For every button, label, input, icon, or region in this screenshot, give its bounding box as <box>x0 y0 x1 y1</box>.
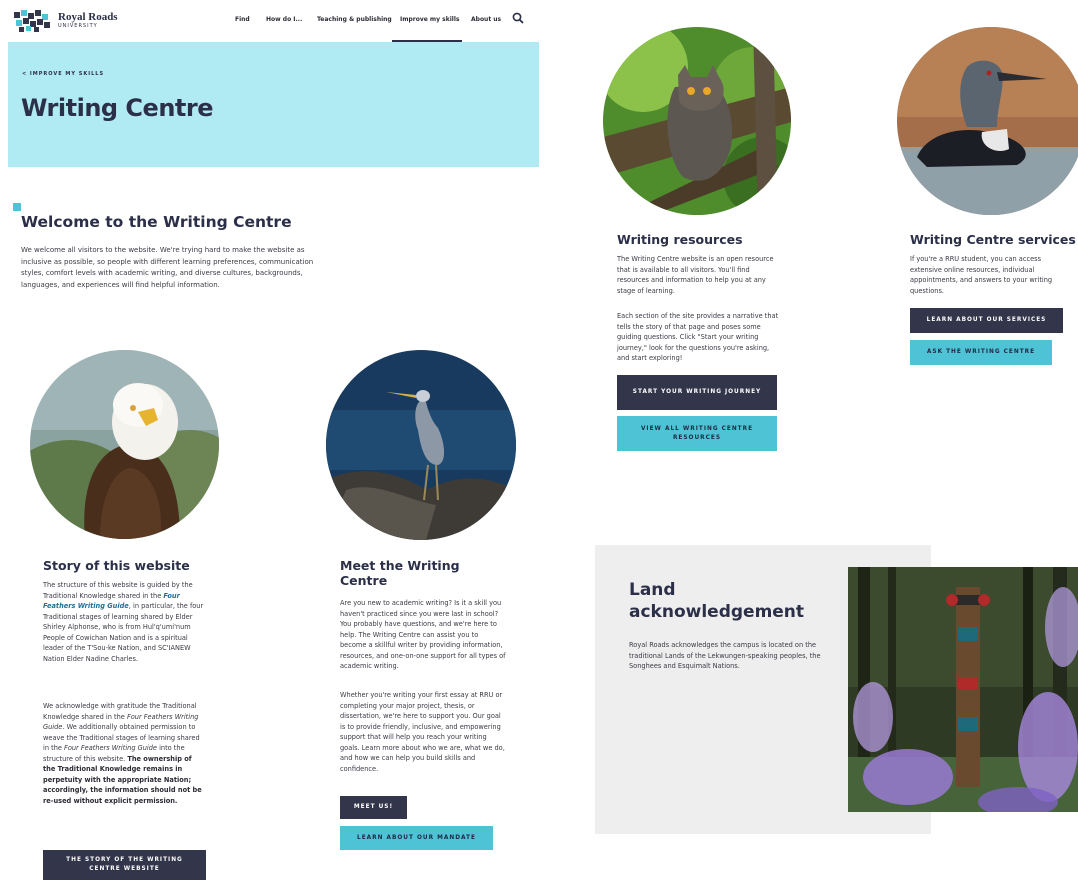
story-paragraph-2: We acknowledge with gratitude the Tradit… <box>43 701 205 806</box>
welcome-title: Welcome to the Writing Centre <box>21 213 292 231</box>
welcome-body: We welcome all visitors to the website. … <box>21 246 314 289</box>
services-paragraph-1: If you're a RRU student, you can access … <box>910 255 1053 295</box>
story-paragraph-1: The structure of this website is guided … <box>43 580 205 664</box>
eagle-photo <box>30 350 219 539</box>
nav-item-about-us[interactable]: About us <box>471 16 501 23</box>
accent-square <box>13 203 21 211</box>
ask-writing-centre-button[interactable]: ASK THE WRITING CENTRE <box>910 340 1052 365</box>
story-title: Story of this website <box>43 558 190 573</box>
land-title: Land acknowledgement <box>629 580 805 622</box>
meet-paragraph-1: Are you new to academic writing? Is it a… <box>340 599 506 670</box>
story-emphasis: Four Feathers Writing Guide <box>64 744 157 752</box>
nav-item-teaching-publishing[interactable]: Teaching & publishing <box>317 16 392 23</box>
eagle-image <box>30 350 219 539</box>
loon-image <box>897 27 1078 215</box>
meet-us-button[interactable]: MEET US! <box>340 796 407 819</box>
owl-photo <box>603 27 791 215</box>
nav-item-how-do-i[interactable]: How do I... <box>266 16 302 23</box>
nav-item-find[interactable]: Find <box>235 16 250 23</box>
start-journey-button[interactable]: START YOUR WRITING JOURNEY <box>617 375 777 410</box>
mandate-button[interactable]: LEARN ABOUT OUR MANDATE <box>340 826 493 850</box>
logo-mark-icon <box>14 10 50 32</box>
site-header: Royal Roads UNIVERSITY Find How do I... … <box>0 0 540 42</box>
view-resources-button[interactable]: VIEW ALL WRITING CENTRE RESOURCES <box>617 416 777 451</box>
learn-services-button[interactable]: LEARN ABOUT OUR SERVICES <box>910 308 1063 333</box>
resources-paragraph-2: Each section of the site provides a narr… <box>617 312 779 362</box>
logo[interactable]: Royal Roads UNIVERSITY <box>14 9 124 33</box>
page-title: Writing Centre <box>21 94 214 122</box>
hero-banner: < IMPROVE MY SKILLS Writing Centre <box>8 42 539 167</box>
heron-photo <box>326 350 516 540</box>
loon-photo <box>897 27 1078 215</box>
nav-item-improve-my-skills[interactable]: Improve my skills <box>400 16 459 23</box>
breadcrumb[interactable]: < IMPROVE MY SKILLS <box>22 71 104 77</box>
totem-photo <box>848 567 1078 812</box>
owl-image <box>603 27 791 215</box>
heron-image <box>326 350 516 540</box>
story-text: , in particular, the four Traditional st… <box>43 602 204 663</box>
logo-name: Royal Roads <box>58 11 118 23</box>
totem-image <box>848 567 1078 812</box>
search-icon[interactable] <box>512 12 524 24</box>
meet-paragraph-2: Whether you're writing your first essay … <box>340 691 505 773</box>
meet-title: Meet the Writing Centre <box>340 558 460 588</box>
resources-paragraph-1: The Writing Centre website is an open re… <box>617 255 774 295</box>
logo-subtitle: UNIVERSITY <box>58 23 98 29</box>
land-body: Royal Roads acknowledges the campus is l… <box>629 641 821 670</box>
services-title: Writing Centre services <box>910 232 1076 247</box>
resources-title: Writing resources <box>617 232 743 247</box>
story-button[interactable]: THE STORY OF THE WRITING CENTRE WEBSITE <box>43 850 206 880</box>
